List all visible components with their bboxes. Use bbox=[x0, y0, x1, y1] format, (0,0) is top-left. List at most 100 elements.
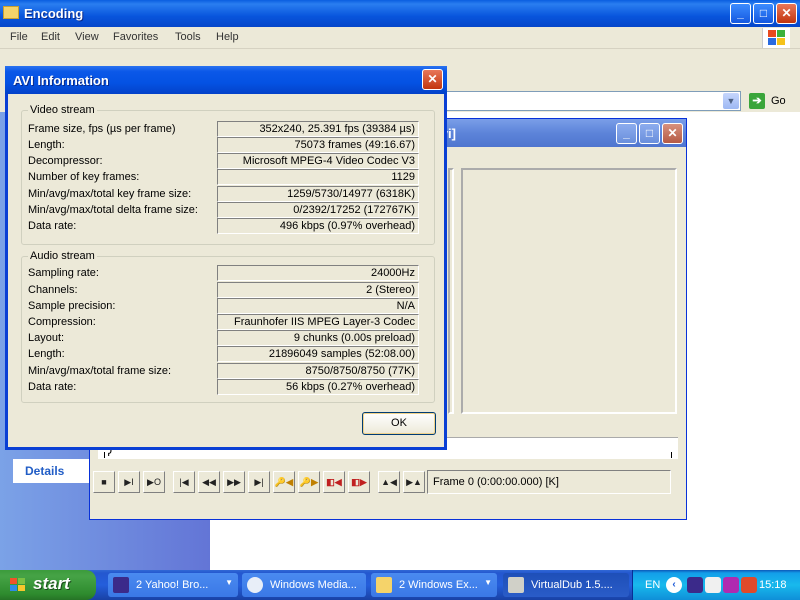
audio-row: Length: 21896049 samples (52:08.00) bbox=[22, 346, 442, 362]
panda-tray-icon[interactable] bbox=[705, 577, 721, 593]
explorer-title: Encoding bbox=[24, 6, 84, 21]
windows-media-icon bbox=[247, 577, 263, 593]
row-label: Number of key frames: bbox=[28, 171, 140, 183]
dialog-title-bar[interactable]: AVI Information ✕ bbox=[5, 66, 447, 94]
row-label: Channels: bbox=[28, 284, 78, 296]
row-value: 75073 frames (49:16.67) bbox=[217, 137, 419, 153]
start-button[interactable]: start bbox=[0, 570, 96, 600]
show-hidden-icons-icon[interactable]: ‹ bbox=[666, 577, 682, 593]
row-value: 352x240, 25.391 fps (39384 µs) bbox=[217, 121, 419, 137]
menu-view[interactable]: View bbox=[75, 31, 99, 43]
row-value: 1259/5730/14977 (6318K) bbox=[217, 186, 419, 202]
network-tray-icon[interactable] bbox=[723, 577, 739, 593]
details-panel-header[interactable]: Details bbox=[13, 459, 91, 483]
previous-button[interactable]: ◀◀ bbox=[198, 471, 220, 493]
menu-edit[interactable]: Edit bbox=[41, 31, 60, 43]
row-value: 56 kbps (0.27% overhead) bbox=[217, 379, 419, 395]
prev-keyframe-button[interactable]: 🔑◀ bbox=[273, 471, 295, 493]
video-row: Min/avg/max/total key frame size: 1259/57… bbox=[22, 186, 442, 202]
next-button[interactable]: ▶▶ bbox=[223, 471, 245, 493]
row-value: 21896049 samples (52:08.00) bbox=[217, 346, 419, 362]
address-bar: ▼ ➔ Go bbox=[445, 90, 800, 112]
address-input[interactable]: ▼ bbox=[445, 91, 741, 111]
dialog-title: AVI Information bbox=[13, 73, 109, 88]
audio-row: Channels: 2 (Stereo) bbox=[22, 282, 442, 298]
taskbar-item[interactable]: 2 Windows Ex... ▼ bbox=[371, 573, 497, 597]
security-tray-icon[interactable] bbox=[741, 577, 757, 593]
next-scene-button[interactable]: ◧▶ bbox=[348, 471, 370, 493]
row-value: 8750/8750/8750 (77K) bbox=[217, 363, 419, 379]
taskbar-item[interactable]: Windows Media... bbox=[242, 573, 366, 597]
close-button[interactable]: ✕ bbox=[662, 123, 683, 144]
go-arrow-icon[interactable]: ➔ bbox=[749, 93, 765, 109]
audio-row: Compression: Fraunhofer IIS MPEG Layer-3 … bbox=[22, 314, 442, 330]
menu-tools[interactable]: Tools bbox=[175, 31, 201, 43]
row-value: 1129 bbox=[217, 169, 419, 185]
maximize-button[interactable]: □ bbox=[639, 123, 660, 144]
play-input-button[interactable]: ▶I bbox=[118, 471, 140, 493]
avi-information-dialog: AVI Information ✕ Video stream Frame siz… bbox=[5, 66, 447, 450]
start-label: start bbox=[33, 574, 70, 593]
row-value: 2 (Stereo) bbox=[217, 282, 419, 298]
row-value: 0/2392/17252 (172767K) bbox=[217, 202, 419, 218]
row-label: Length: bbox=[28, 348, 65, 360]
row-value: 24000Hz bbox=[217, 265, 419, 281]
row-label: Decompressor: bbox=[28, 155, 103, 167]
menu-help[interactable]: Help bbox=[216, 31, 239, 43]
row-label: Min/avg/max/total key frame size: bbox=[28, 188, 192, 200]
next-keyframe-button[interactable]: 🔑▶ bbox=[298, 471, 320, 493]
yahoo-messenger-icon bbox=[113, 577, 129, 593]
menu-favorites[interactable]: Favorites bbox=[113, 31, 158, 43]
play-output-button[interactable]: ▶O bbox=[143, 471, 165, 493]
go-end-button[interactable]: ▶| bbox=[248, 471, 270, 493]
language-indicator[interactable]: EN bbox=[645, 579, 660, 591]
menu-file[interactable]: File bbox=[10, 31, 28, 43]
row-label: Data rate: bbox=[28, 220, 77, 232]
row-value: 9 chunks (0.00s preload) bbox=[217, 330, 419, 346]
tick-start bbox=[104, 452, 105, 458]
folder-icon bbox=[376, 577, 392, 593]
close-button[interactable]: ✕ bbox=[776, 3, 797, 24]
close-button[interactable]: ✕ bbox=[422, 69, 443, 90]
video-row: Length: 75073 frames (49:16.67) bbox=[22, 137, 442, 153]
minimize-button[interactable]: _ bbox=[616, 123, 637, 144]
explorer-title-bar[interactable]: Encoding _ □ ✕ bbox=[0, 0, 800, 27]
taskbar-item-label: 2 Yahoo! Bro... bbox=[136, 579, 209, 591]
folder-icon bbox=[3, 6, 19, 19]
taskbar-item-active[interactable]: VirtualDub 1.5.... bbox=[503, 573, 629, 597]
row-label: Sampling rate: bbox=[28, 267, 99, 279]
row-label: Min/avg/max/total frame size: bbox=[28, 365, 172, 377]
mark-in-button[interactable]: ▲◀ bbox=[378, 471, 400, 493]
video-row: Number of key frames: 1129 bbox=[22, 169, 442, 185]
go-button[interactable]: Go bbox=[771, 95, 786, 107]
taskbar-item-label: 2 Windows Ex... bbox=[399, 579, 478, 591]
video-stream-title: Video stream bbox=[28, 104, 97, 116]
stop-button[interactable]: ■ bbox=[93, 471, 115, 493]
chevron-down-icon[interactable]: ▼ bbox=[723, 93, 739, 109]
row-value: N/A bbox=[217, 298, 419, 314]
row-label: Data rate: bbox=[28, 381, 77, 393]
row-label: Compression: bbox=[28, 316, 96, 328]
go-start-button[interactable]: |◀ bbox=[173, 471, 195, 493]
messenger-tray-icon[interactable] bbox=[687, 577, 703, 593]
ok-button[interactable]: OK bbox=[362, 412, 436, 435]
taskbar: start 2 Yahoo! Bro... ▼ Windows Media...… bbox=[0, 570, 800, 600]
audio-row: Sample precision: N/A bbox=[22, 298, 442, 314]
explorer-menu-bar: File Edit View Favorites Tools Help bbox=[0, 27, 800, 49]
frame-status: Frame 0 (0:00:00.000) [K] bbox=[427, 470, 671, 494]
maximize-button[interactable]: □ bbox=[753, 3, 774, 24]
row-label: Length: bbox=[28, 139, 65, 151]
windows-logo-icon bbox=[762, 28, 790, 48]
audio-row: Data rate: 56 kbps (0.27% overhead) bbox=[22, 379, 442, 395]
video-row: Data rate: 496 kbps (0.97% overhead) bbox=[22, 218, 442, 234]
audio-row: Min/avg/max/total frame size: 8750/8750/8… bbox=[22, 363, 442, 379]
audio-stream-title: Audio stream bbox=[28, 250, 97, 262]
video-row: Frame size, fps (µs per frame) 352x240, 2… bbox=[22, 121, 442, 137]
row-label: Min/avg/max/total delta frame size: bbox=[28, 204, 198, 216]
mark-out-button[interactable]: ▶▲ bbox=[403, 471, 425, 493]
taskbar-item[interactable]: 2 Yahoo! Bro... ▼ bbox=[108, 573, 238, 597]
prev-scene-button[interactable]: ◧◀ bbox=[323, 471, 345, 493]
audio-row: Sampling rate: 24000Hz bbox=[22, 265, 442, 281]
minimize-button[interactable]: _ bbox=[730, 3, 751, 24]
clock: 15:18 bbox=[759, 579, 787, 591]
